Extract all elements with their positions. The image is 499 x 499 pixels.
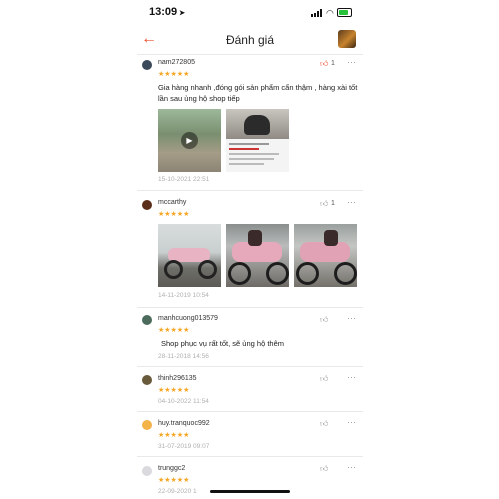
thumbs-up-icon[interactable]: 👍︎: [320, 59, 328, 69]
more-dots-icon[interactable]: ···: [347, 58, 357, 67]
review-item: thinh296135 ★★★★★ 👍︎ ··· 04-10-2022 11:5…: [137, 366, 363, 412]
like-count: 1: [331, 200, 335, 207]
thumbs-up-icon[interactable]: 👍︎: [320, 464, 328, 474]
review-date: 31-07-2019 09:07: [158, 443, 210, 450]
review-item: manhcuong013579 ★★★★★ 👍︎ ··· Shop phục v…: [137, 307, 363, 367]
status-time: 13:09 ➤: [149, 6, 185, 18]
time-text: 13:09: [149, 6, 178, 18]
more-dots-icon[interactable]: ···: [347, 314, 357, 323]
review-image[interactable]: [294, 224, 357, 287]
signal-icon: [311, 9, 325, 17]
review-username[interactable]: trunggc2: [158, 465, 185, 472]
review-video[interactable]: ▶: [158, 109, 221, 172]
review-image[interactable]: [226, 109, 289, 172]
review-item: huy.tranquoc992 ★★★★★ 👍︎ ··· 31-07-2019 …: [137, 411, 363, 457]
status-bar: 13:09 ➤ ◠: [137, 0, 363, 24]
more-dots-icon[interactable]: ···: [347, 373, 357, 382]
header: ← Đánh giá: [137, 28, 363, 54]
review-image[interactable]: [158, 224, 221, 287]
avatar[interactable]: [142, 466, 152, 476]
more-dots-icon[interactable]: ···: [347, 198, 357, 207]
thumbs-up-icon[interactable]: 👍︎: [320, 419, 328, 429]
review-username[interactable]: thinh296135: [158, 375, 197, 382]
rating-stars: ★★★★★: [158, 71, 190, 78]
review-username[interactable]: huy.tranquoc992: [158, 420, 210, 427]
review-comment: Shop phục vụ rất tốt, sẽ ủng hộ thêm: [161, 339, 284, 348]
wifi-icon: ◠: [326, 8, 334, 18]
thumbs-up-icon[interactable]: 👍︎: [320, 374, 328, 384]
review-date: 15-10-2021 22:51: [158, 176, 210, 183]
review-date: 14-11-2019 10:54: [158, 292, 209, 299]
more-dots-icon[interactable]: ···: [347, 463, 357, 472]
review-username[interactable]: nam272805: [158, 59, 195, 66]
like-count: 1: [331, 60, 335, 67]
rating-stars: ★★★★★: [158, 211, 190, 218]
review-username[interactable]: mccarthy: [158, 199, 186, 206]
home-indicator[interactable]: [210, 490, 290, 493]
review-username[interactable]: manhcuong013579: [158, 315, 218, 322]
review-date: 22-09-2020 1: [158, 488, 197, 495]
location-arrow-icon: ➤: [179, 10, 186, 17]
review-date: 28-11-2018 14:56: [158, 353, 209, 360]
avatar[interactable]: [142, 375, 152, 385]
avatar[interactable]: [142, 60, 152, 70]
review-comment: Gia hàng nhanh ,đóng gói sản phẩm cẩn th…: [158, 83, 358, 103]
rating-stars: ★★★★★: [158, 477, 190, 484]
review-image[interactable]: [226, 224, 289, 287]
phone-screen: 13:09 ➤ ◠ ← Đánh giá nam272805 ★★★★★ 👍︎ 1…: [137, 0, 363, 499]
avatar[interactable]: [142, 200, 152, 210]
review-date: 04-10-2022 11:54: [158, 398, 209, 405]
page-title: Đánh giá: [225, 33, 275, 47]
avatar[interactable]: [142, 315, 152, 325]
review-item: nam272805 ★★★★★ 👍︎ 1 ··· Gia hàng nhanh …: [137, 54, 363, 190]
rating-stars: ★★★★★: [158, 387, 190, 394]
more-dots-icon[interactable]: ···: [347, 418, 357, 427]
battery-icon: [337, 8, 352, 17]
avatar[interactable]: [142, 420, 152, 430]
rating-stars: ★★★★★: [158, 327, 190, 334]
rating-stars: ★★★★★: [158, 432, 190, 439]
thumbs-up-icon[interactable]: 👍︎: [320, 199, 328, 209]
play-icon[interactable]: ▶: [181, 132, 198, 149]
review-item: mccarthy ★★★★★ 👍︎ 1 ··· 14-11-2019 10:54: [137, 190, 363, 310]
thumbs-up-icon[interactable]: 👍︎: [320, 315, 328, 325]
product-thumbnail[interactable]: [338, 30, 356, 48]
